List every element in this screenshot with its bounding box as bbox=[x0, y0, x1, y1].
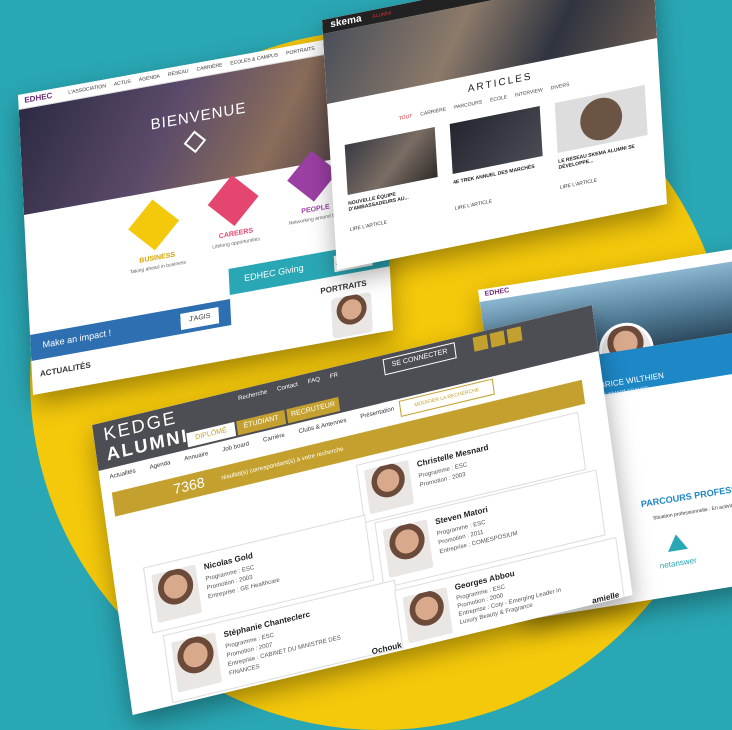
filter-tab[interactable]: PARCOURS bbox=[454, 99, 482, 111]
filter-tab[interactable]: ÉCOLE bbox=[490, 94, 507, 103]
filter-tab[interactable]: TOUT bbox=[399, 113, 413, 122]
company-name: netanswer bbox=[659, 555, 698, 571]
profile-photo bbox=[151, 564, 202, 624]
profile-photo bbox=[363, 459, 415, 515]
subnav-item[interactable]: Annuaire bbox=[184, 451, 209, 463]
rocket-icon bbox=[207, 175, 259, 227]
news-title: ACTUALITÉS bbox=[39, 360, 91, 379]
subnav-item[interactable]: Carrière bbox=[263, 433, 286, 444]
impact-banner bbox=[30, 299, 232, 361]
subnav-item[interactable]: Job board bbox=[222, 441, 250, 453]
filter-tab[interactable]: INTERVIEW bbox=[515, 87, 543, 99]
filter-tab[interactable]: CARRIÈRE bbox=[420, 107, 446, 118]
profile-photo bbox=[382, 519, 434, 578]
read-article-link[interactable]: LIRE L'ARTICLE bbox=[350, 220, 388, 233]
pillar-business-sub: Taking ahead in business bbox=[129, 259, 187, 276]
subnav-item[interactable]: Agenda bbox=[149, 460, 171, 471]
read-article-link[interactable]: LIRE L'ARTICLE bbox=[560, 178, 598, 191]
profile-photo bbox=[402, 586, 453, 644]
handshake-icon bbox=[128, 199, 180, 251]
subnav-item[interactable]: Actualités bbox=[109, 468, 136, 480]
company-logo-icon bbox=[665, 532, 689, 552]
portrait-photo bbox=[330, 291, 373, 339]
read-article-link[interactable]: LIRE L'ARTICLE bbox=[455, 199, 493, 212]
subnav-item[interactable]: Présentation bbox=[360, 406, 395, 420]
profile-photo bbox=[171, 632, 223, 693]
filter-tab[interactable]: DIVERS bbox=[551, 82, 570, 92]
